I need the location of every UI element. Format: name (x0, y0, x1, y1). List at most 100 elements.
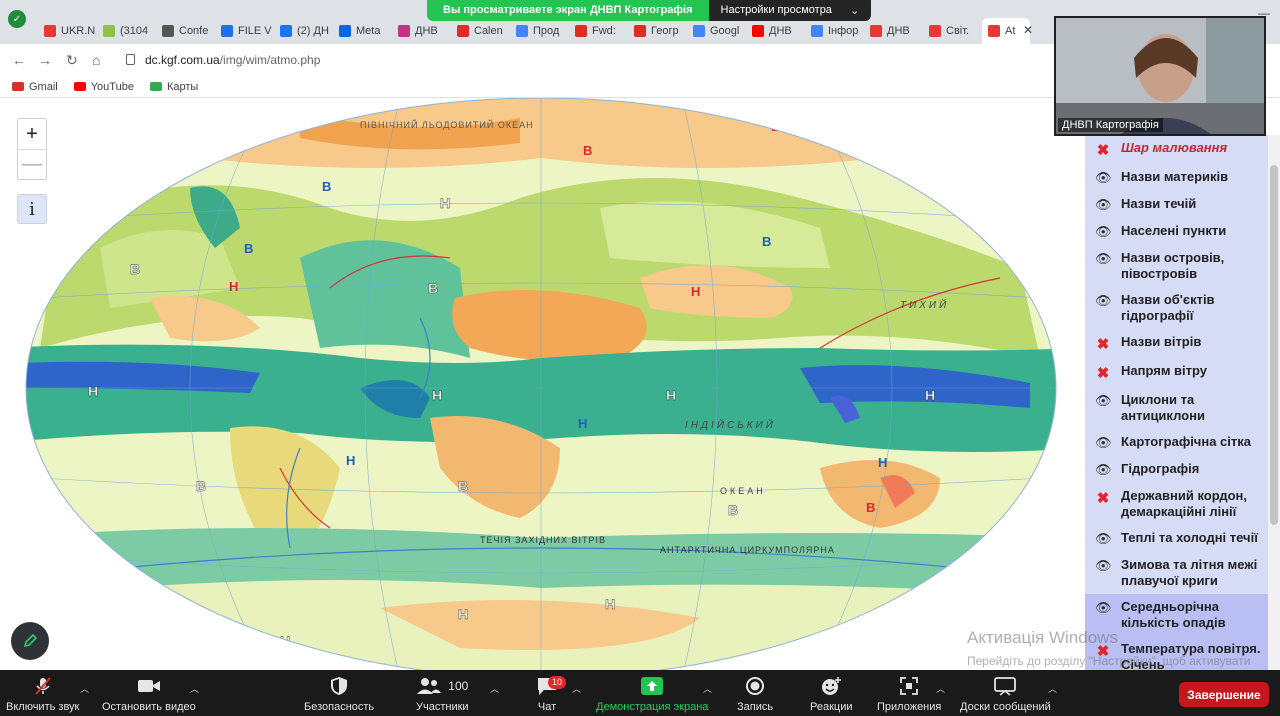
world-climate-map[interactable]: ПІВНІЧНИЙ ЛЬОДОВИТИЙ ОКЕАН ТИХИЙ ІНДІЙСЬ… (0, 98, 1085, 670)
layer-toggle[interactable]: 👁 Назви материків (1085, 164, 1268, 191)
tab-favicon-icon (457, 25, 469, 37)
cross-icon[interactable]: ✖ (1095, 489, 1111, 507)
map-label-pacific: ТИХИЙ (900, 298, 949, 311)
view-settings-button[interactable]: Настройки просмотра ⌄ (708, 0, 872, 21)
participants-button[interactable]: 100 Участники (416, 670, 469, 716)
layer-toggle[interactable]: ✖ Напрям вітру (1085, 358, 1268, 387)
layer-panel-scrollbar[interactable] (1268, 135, 1280, 670)
close-tab-icon[interactable]: ✕ (1023, 23, 1033, 37)
tab-favicon-icon (929, 25, 941, 37)
layer-toggle[interactable]: ✖ Назви вітрів (1085, 329, 1268, 358)
bookmark-1[interactable]: YouTube (73, 81, 134, 93)
layer-toggle[interactable]: 👁 Теплі та холодні течії (1085, 525, 1268, 552)
share-screen-button[interactable]: Демонстрация экрана (596, 670, 708, 716)
tab-label: Fwd: (592, 25, 616, 37)
zoom-in-button[interactable]: + (18, 119, 46, 149)
browser-tab[interactable]: Googl (687, 18, 745, 44)
browser-tab[interactable]: UKR.N (38, 18, 96, 44)
eye-icon[interactable]: 👁 (1095, 462, 1112, 478)
forward-icon[interactable]: → (38, 52, 52, 68)
eye-icon[interactable]: 👁 (1095, 170, 1112, 186)
reactions-button[interactable]: Реакции (810, 670, 853, 716)
browser-tab[interactable]: Meta (333, 18, 391, 44)
audio-options-caret[interactable]: ︿ (80, 682, 89, 695)
layer-toggle[interactable]: 👁 Гідрографія (1085, 456, 1268, 483)
browser-tab[interactable]: ДНВ (392, 18, 450, 44)
layer-toggle[interactable]: ✖ Державний кордон, демаркаційні лінії (1085, 483, 1268, 525)
zoom-out-button[interactable]: — (18, 149, 46, 179)
map-viewport[interactable]: ПІВНІЧНИЙ ЛЬОДОВИТИЙ ОКЕАН ТИХИЙ ІНДІЙСЬ… (0, 98, 1085, 670)
layer-label: Середньорічна кількість опадів (1121, 599, 1226, 630)
low-marker: Н (878, 455, 887, 470)
layer-label: Назви вітрів (1121, 334, 1202, 349)
bookmark-2[interactable]: Карты (149, 81, 198, 93)
participant-video[interactable]: ДНВП Картографія (1054, 16, 1266, 136)
low-marker: Н (691, 284, 700, 299)
share-options-caret[interactable]: ︿ (703, 682, 712, 695)
tab-label: Інфор (828, 25, 859, 37)
stop-video-button[interactable]: Остановить видео (102, 670, 196, 716)
url-field[interactable]: dc.kgf.com.ua/img/wim/atmo.php (145, 53, 320, 67)
eye-icon[interactable]: 👁 (1095, 197, 1112, 213)
lock-icon[interactable] (126, 54, 135, 65)
browser-tab[interactable]: Світ. (923, 18, 981, 44)
browser-tab[interactable]: (3104 (97, 18, 155, 44)
browser-tab[interactable]: Інфор (805, 18, 863, 44)
tab-label: UKR.N (61, 25, 96, 37)
layer-toggle[interactable]: 👁 Зимова та літня межі плавучої криги (1085, 552, 1268, 594)
browser-tab[interactable]: Confe (156, 18, 214, 44)
apps-button[interactable]: Приложения (877, 670, 941, 716)
layer-toggle[interactable]: 👁 Населені пункти (1085, 218, 1268, 245)
eye-icon[interactable]: 👁 (1095, 558, 1112, 574)
browser-tab[interactable]: Calen (451, 18, 509, 44)
eye-icon[interactable]: 👁 (1095, 393, 1112, 409)
apps-label: Приложения (877, 701, 942, 713)
layer-toggle[interactable]: 👁 Назви об'єктів гідрографії (1085, 287, 1268, 329)
high-marker: В (583, 143, 592, 158)
eye-icon[interactable]: 👁 (1095, 293, 1112, 309)
video-options-caret[interactable]: ︿ (190, 682, 199, 695)
apps-options-caret[interactable]: ︿ (936, 682, 945, 695)
browser-tab[interactable]: (2) ДН (274, 18, 332, 44)
browser-tab[interactable]: ДНВ (746, 18, 804, 44)
browser-tab[interactable]: ДНВ (864, 18, 922, 44)
browser-tab[interactable]: Fwd: (569, 18, 627, 44)
whiteboard-button[interactable]: Доски сообщений (960, 670, 1051, 716)
tab-label: Прод (533, 25, 560, 37)
layer-toggle[interactable]: 👁 Картографічна сітка (1085, 429, 1268, 456)
security-button[interactable]: Безопасность (304, 670, 374, 716)
back-icon[interactable]: ← (12, 52, 26, 68)
end-meeting-button[interactable]: Завершение (1179, 682, 1269, 707)
home-icon[interactable]: ⌂ (92, 52, 100, 68)
cross-icon[interactable]: ✖ (1095, 364, 1111, 382)
drawing-tool-button[interactable] (11, 622, 49, 660)
scrollbar-thumb[interactable] (1270, 165, 1278, 525)
browser-tab[interactable]: Прод (510, 18, 568, 44)
eye-icon[interactable]: 👁 (1095, 531, 1112, 547)
bookmark-0[interactable]: Gmail (12, 81, 58, 93)
browser-tab[interactable]: Геогр (628, 18, 686, 44)
layer-toggle[interactable]: 👁 Циклони та антициклони (1085, 387, 1268, 429)
microphone-muted-icon (34, 677, 51, 695)
eye-icon[interactable]: 👁 (1095, 251, 1112, 267)
record-button[interactable]: Запись (737, 670, 773, 716)
chat-options-caret[interactable]: ︿ (572, 682, 581, 695)
low-marker: Н (440, 195, 450, 211)
layer-toggle[interactable]: 👁 Назви течій (1085, 191, 1268, 218)
browser-tab[interactable]: FILE V (215, 18, 273, 44)
cross-icon[interactable]: ✖ (1095, 141, 1111, 159)
unmute-button[interactable]: Включить звук (6, 670, 79, 716)
reload-icon[interactable]: ↻ (66, 52, 78, 69)
whiteboard-options-caret[interactable]: ︿ (1048, 682, 1057, 695)
eye-icon[interactable]: 👁 (1095, 224, 1112, 240)
layer-toggle[interactable]: ✖ Шар малювання (1085, 135, 1268, 164)
info-button[interactable]: i (17, 194, 47, 224)
cross-icon[interactable]: ✖ (1095, 335, 1111, 353)
eye-icon[interactable]: 👁 (1095, 435, 1112, 451)
chat-button[interactable]: 10 Чат (536, 670, 567, 716)
eye-icon[interactable]: 👁 (1095, 600, 1112, 616)
map-label-west-wind-current: ТЕЧІЯ ЗАХІДНИХ ВІТРІВ (480, 535, 606, 545)
shield-icon[interactable]: ✓ (8, 10, 26, 28)
layer-toggle[interactable]: 👁 Назви островів, півостровів (1085, 245, 1268, 287)
participants-options-caret[interactable]: ︿ (490, 682, 499, 695)
